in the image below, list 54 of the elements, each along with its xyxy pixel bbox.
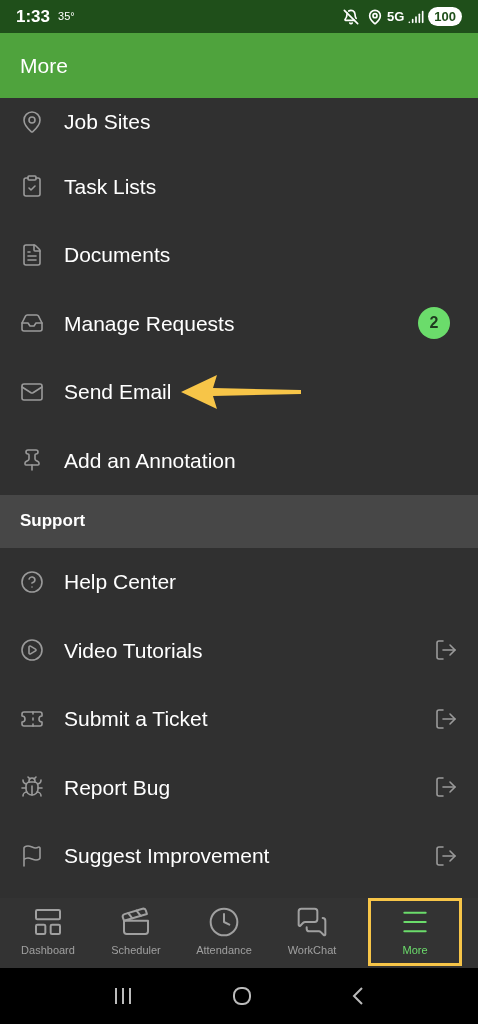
app-bar-title: More [20,52,68,79]
bug-icon [20,775,44,800]
menu-item-label: Manage Requests [64,310,235,337]
menu-item[interactable]: Video Tutorials [0,616,478,685]
map-pin-icon [20,110,44,134]
external-link-icon [434,638,458,663]
menu-item-label: Video Tutorials [64,637,203,664]
menu-item[interactable]: Suggest Improvement [0,821,478,890]
menu-item[interactable]: Add an Annotation [0,426,478,495]
section-title: Support [20,510,86,533]
count-badge: 2 [418,307,450,340]
menu-item-label: Report Bug [64,774,171,801]
menu-item[interactable]: Submit a Ticket [0,684,478,753]
temperature: 35° [58,9,75,25]
menu-item-label: Add an Annotation [64,447,236,474]
menu-item[interactable]: Documents [0,220,478,289]
nav-tab[interactable]: Scheduler [92,898,180,966]
document-icon [20,242,44,267]
menu-item-label: Documents [64,242,171,268]
menu-item[interactable]: Manage Requests 2 [0,289,478,358]
menu-item-label: Suggest Improvement [64,843,270,869]
menu-item[interactable]: Help Center [0,547,478,616]
nav-tab[interactable]: More [368,898,462,966]
menu-item-label: Send Email [64,379,172,405]
chat-bubbles-icon [296,905,328,938]
flag-icon [20,843,44,868]
external-link-icon [434,775,458,800]
question-circle-icon [20,569,44,594]
nav-tab[interactable]: Dashboard [4,898,92,966]
external-link-icon [434,843,458,868]
clipboard-check-icon [20,174,44,199]
menu-item-label: Task Lists [64,173,157,200]
clock-time: 1:33 [16,5,51,28]
recent-apps-icon [113,987,134,1005]
home-icon [232,986,252,1006]
signal-icon [408,8,425,25]
menu-item[interactable]: Job Sites [0,98,478,152]
back-icon [350,986,365,1006]
menu-item-label: Job Sites [64,109,151,136]
external-link-icon [434,706,458,731]
menu-item[interactable]: Task Lists [0,152,478,221]
nav-tab[interactable]: WorkChat [268,898,356,966]
menu-item[interactable]: Send Email [0,357,478,426]
menu-item[interactable]: Report Bug [0,753,478,822]
battery-level: 100 [428,6,462,27]
clock-icon [208,905,240,938]
menu-item-label: Submit a Ticket [64,706,208,732]
menu-item-label: Help Center [64,569,177,595]
mute-icon [342,8,359,25]
network-type: 5G [386,7,405,26]
nav-tab[interactable]: Attendance [180,898,268,966]
location-icon [366,8,383,25]
play-circle-icon [20,638,44,663]
clapperboard-icon [120,905,152,938]
